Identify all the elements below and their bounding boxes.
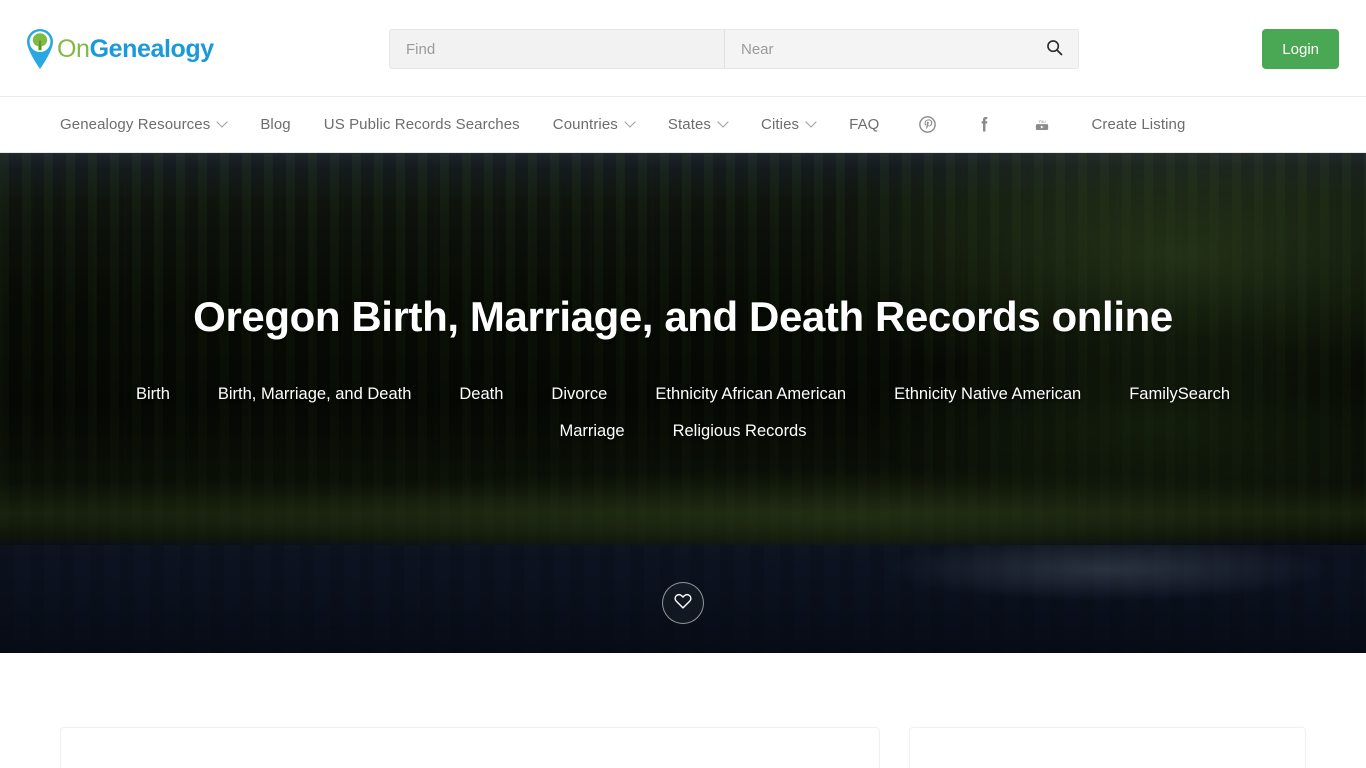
primary-content-card xyxy=(60,727,880,768)
nav-label: States xyxy=(667,116,712,133)
hero-tag-religious-records[interactable]: Religious Records xyxy=(673,422,807,441)
login-button[interactable]: Login xyxy=(1262,29,1339,69)
nav-label: Cities xyxy=(761,116,800,133)
nav-label: FAQ xyxy=(849,116,880,133)
hero-tag-marriage[interactable]: Marriage xyxy=(559,422,624,441)
sidebar-content-card xyxy=(909,727,1306,768)
main-navigation: Genealogy Resources Blog US Public Recor… xyxy=(0,97,1366,153)
chevron-down-icon xyxy=(218,118,227,127)
youtube-icon[interactable]: You xyxy=(1033,117,1051,132)
hero-tag-familysearch[interactable]: FamilySearch xyxy=(1129,385,1230,404)
nav-item-us-public-records-searches[interactable]: US Public Records Searches xyxy=(324,116,520,133)
hero-content: Oregon Birth, Marriage, and Death Record… xyxy=(0,153,1366,441)
nav-item-genealogy-resources[interactable]: Genealogy Resources xyxy=(60,116,227,133)
logo-wordmark: OnGenealogy xyxy=(57,35,214,64)
nav-label: Create Listing xyxy=(1091,116,1186,133)
hero-tag-ethnicity-african-american[interactable]: Ethnicity African American xyxy=(655,385,846,404)
chevron-down-icon xyxy=(719,118,728,127)
nav-item-faq[interactable]: FAQ xyxy=(849,116,879,133)
nav-item-states[interactable]: States xyxy=(668,116,728,133)
hero-tag-divorce[interactable]: Divorce xyxy=(551,385,607,404)
hero-tag-birth[interactable]: Birth xyxy=(136,385,170,404)
heart-icon xyxy=(673,591,693,616)
nav-label: Blog xyxy=(260,116,291,133)
main-content xyxy=(0,653,1366,768)
nav-item-countries[interactable]: Countries xyxy=(553,116,635,133)
hero-tag-birth-marriage-and-death[interactable]: Birth, Marriage, and Death xyxy=(218,385,412,404)
site-header: OnGenealogy Login xyxy=(0,0,1366,97)
page-title: Oregon Birth, Marriage, and Death Record… xyxy=(193,293,1173,340)
near-field-wrapper xyxy=(725,30,1078,68)
hero-tag-ethnicity-native-american[interactable]: Ethnicity Native American xyxy=(894,385,1081,404)
nav-item-create-listing[interactable]: Create Listing xyxy=(1091,116,1185,133)
hero-banner: Oregon Birth, Marriage, and Death Record… xyxy=(0,153,1366,653)
favorite-button[interactable] xyxy=(662,582,704,624)
hero-category-tags: Birth Birth, Marriage, and Death Death D… xyxy=(93,385,1273,441)
map-pin-tree-icon xyxy=(26,28,54,70)
site-logo[interactable]: OnGenealogy xyxy=(26,27,214,71)
find-field-wrapper xyxy=(390,30,725,68)
search-bar xyxy=(389,29,1079,69)
nav-item-blog[interactable]: Blog xyxy=(260,116,290,133)
search-submit-button[interactable] xyxy=(1030,30,1078,68)
search-icon xyxy=(1046,39,1063,59)
search-find-input[interactable] xyxy=(390,30,724,68)
search-near-input[interactable] xyxy=(725,30,1078,68)
chevron-down-icon xyxy=(626,118,635,127)
pinterest-icon[interactable] xyxy=(919,116,937,133)
hero-tag-death[interactable]: Death xyxy=(459,385,503,404)
logo-text-on: On xyxy=(57,34,90,63)
nav-label: US Public Records Searches xyxy=(323,116,520,133)
nav-label: Genealogy Resources xyxy=(60,116,211,133)
content-cards-row xyxy=(0,727,1366,768)
nav-label: Countries xyxy=(552,116,618,133)
logo-text-genealogy: Genealogy xyxy=(89,34,215,63)
chevron-down-icon xyxy=(807,118,816,127)
svg-text:You: You xyxy=(1039,119,1047,124)
facebook-icon[interactable] xyxy=(976,115,993,134)
nav-item-cities[interactable]: Cities xyxy=(761,116,816,133)
